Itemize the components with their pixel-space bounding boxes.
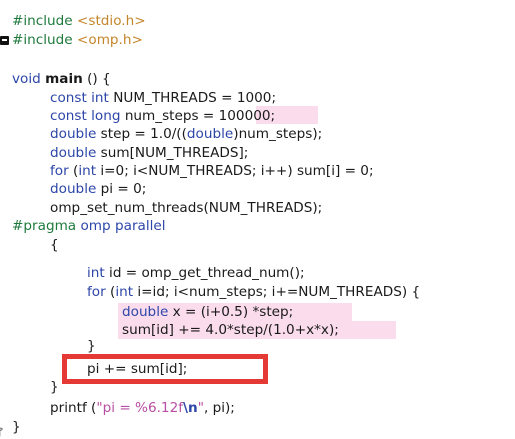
keyword: omp bbox=[80, 218, 111, 234]
code-line-10: omp_set_num_threads(NUM_THREADS); bbox=[50, 199, 322, 217]
code-line-19: } bbox=[50, 378, 59, 396]
keyword: double bbox=[50, 126, 97, 142]
code-text: } bbox=[50, 379, 59, 395]
function-name: main bbox=[45, 71, 83, 87]
code-line-6: double step = 1.0/((double)num_steps); bbox=[50, 125, 322, 143]
preprocessor-pragma: #pragma bbox=[12, 218, 77, 234]
code-line-15: double x = (i+0.5) *step; bbox=[122, 303, 293, 321]
keyword: double bbox=[50, 181, 97, 197]
keyword: double bbox=[122, 304, 169, 320]
keyword: void bbox=[12, 71, 41, 87]
code-glyph-icon: ꝭ bbox=[0, 427, 3, 438]
code-text: () { bbox=[82, 71, 111, 87]
keyword: const bbox=[50, 90, 87, 106]
code-text: pi = 0; bbox=[96, 181, 147, 197]
preprocessor-include: #include bbox=[12, 13, 73, 29]
code-line-14: for (int i=id; i<num_steps; i+=NUM_THREA… bbox=[87, 283, 420, 301]
terminal-icon bbox=[0, 36, 9, 45]
code-text: } bbox=[12, 419, 21, 435]
code-text: , pi); bbox=[203, 400, 235, 416]
include-file: <omp.h> bbox=[76, 32, 143, 48]
code-text: } bbox=[87, 338, 96, 354]
code-text: sum[id] += 4.0*step/(1.0+x*x); bbox=[122, 322, 339, 338]
code-line-7: double sum[NUM_THREADS]; bbox=[50, 144, 248, 162]
function-call: printf bbox=[50, 400, 87, 416]
code-text: ( bbox=[86, 400, 97, 416]
code-line-9: double pi = 0; bbox=[50, 180, 146, 198]
code-line-17: } bbox=[87, 337, 96, 355]
keyword: parallel bbox=[115, 218, 166, 234]
keyword: const bbox=[50, 108, 87, 124]
keyword: int bbox=[91, 90, 109, 106]
keyword: long bbox=[91, 108, 121, 124]
code-text: omp_set_num_threads(NUM_THREADS); bbox=[50, 200, 323, 216]
code-text: NUM_THREADS = 1000; bbox=[108, 90, 277, 106]
keyword: for bbox=[50, 163, 69, 179]
code-line-1: #include <stdio.h> bbox=[12, 12, 146, 30]
code-text: x = (i+0.5) *step; bbox=[168, 304, 294, 320]
annotation-box bbox=[62, 354, 268, 384]
code-text: ( bbox=[105, 284, 116, 300]
keyword: int bbox=[115, 284, 134, 300]
code-text: )num_steps); bbox=[233, 126, 323, 142]
code-text: i=id; i<num_steps; i+=NUM_THREADS) { bbox=[133, 284, 421, 300]
number-literal: 100000 bbox=[218, 108, 271, 124]
code-text: sum[NUM_THREADS]; bbox=[96, 145, 249, 161]
code-line-5: const long num_steps = 100000; bbox=[50, 107, 275, 125]
code-text: ; bbox=[270, 108, 276, 124]
code-editor[interactable]: ꝭ #include <stdio.h> #include <omp.h> vo… bbox=[0, 0, 515, 439]
code-text: num_steps = bbox=[120, 108, 219, 124]
code-text: { bbox=[50, 237, 59, 253]
code-line-3: void main () { bbox=[12, 70, 111, 88]
code-text: id = omp_get_thread_num(); bbox=[104, 265, 305, 281]
code-line-4: const int NUM_THREADS = 1000; bbox=[50, 89, 276, 107]
string-literal: "pi = %6.12f bbox=[96, 400, 184, 416]
keyword: int bbox=[87, 265, 105, 281]
code-line-11: #pragma omp parallel bbox=[12, 217, 166, 235]
preprocessor-include: #include bbox=[12, 32, 73, 48]
code-line-20: printf ("pi = %6.12f\n", pi); bbox=[50, 399, 235, 417]
code-text: i=0; i<NUM_THREADS; i++) sum[i] = 0; bbox=[96, 163, 374, 179]
keyword: double bbox=[186, 126, 234, 142]
keyword: for bbox=[87, 284, 106, 300]
code-text: ( bbox=[68, 163, 79, 179]
code-line-12: { bbox=[50, 236, 59, 254]
code-line-16: sum[id] += 4.0*step/(1.0+x*x); bbox=[122, 321, 339, 339]
keyword: double bbox=[50, 145, 97, 161]
code-line-13: int id = omp_get_thread_num(); bbox=[87, 264, 305, 282]
include-file: <stdio.h> bbox=[76, 13, 146, 29]
escape-sequence: \n bbox=[183, 400, 198, 416]
code-text: step = 1.0/(( bbox=[96, 126, 187, 142]
code-line-8: for (int i=0; i<NUM_THREADS; i++) sum[i]… bbox=[50, 162, 374, 180]
code-line-21: } bbox=[12, 418, 21, 436]
code-line-2: #include <omp.h> bbox=[12, 31, 143, 49]
keyword: int bbox=[78, 163, 97, 179]
